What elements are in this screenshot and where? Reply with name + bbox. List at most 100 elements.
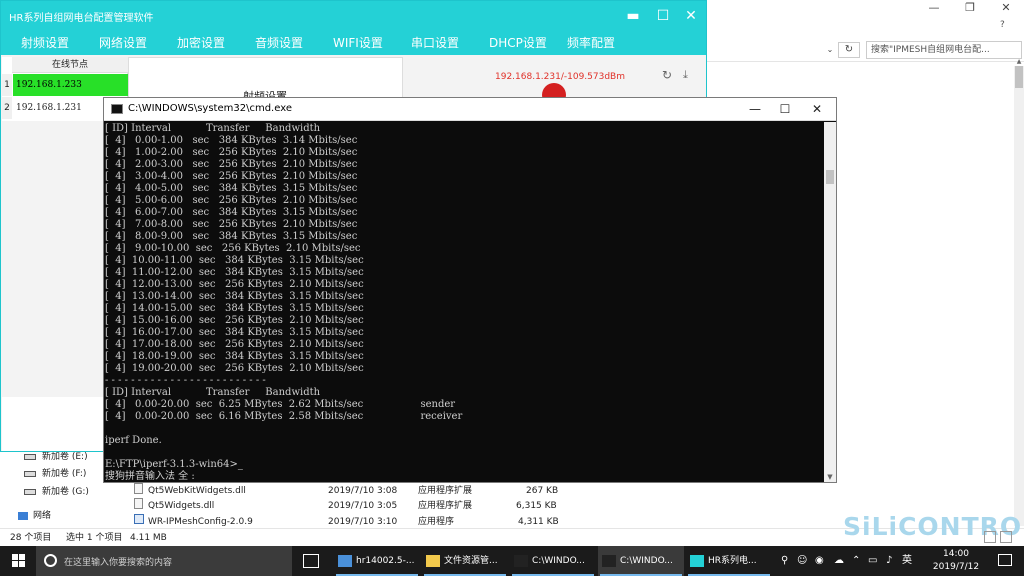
nav-item-drive-g[interactable]: 新加卷 (G:) xyxy=(24,484,89,500)
console-line: [ 4] 7.00-8.00 sec 256 KBytes 2.10 Mbits… xyxy=(105,219,358,230)
file-date: 2019/7/10 3:05 xyxy=(328,501,398,511)
restore-icon[interactable]: ❐ xyxy=(953,0,987,18)
volume-icon[interactable]: ♪ xyxy=(886,554,892,568)
scroll-up-icon[interactable]: ▲ xyxy=(1014,58,1024,66)
details-view-icon[interactable] xyxy=(984,531,996,543)
console-line: [ 4] 18.00-19.00 sec 384 KBytes 3.15 Mbi… xyxy=(105,351,364,362)
item-count: 28 个项目 xyxy=(10,533,52,543)
task-view-icon[interactable] xyxy=(303,554,319,568)
folder-icon xyxy=(426,554,440,567)
tab-audio-settings[interactable]: 音频设置 xyxy=(255,34,303,52)
clock[interactable]: 14:00 2019/7/12 xyxy=(929,548,983,574)
minimize-icon[interactable]: — xyxy=(740,100,770,118)
signal-strength-label: 192.168.1.231/-109.573dBm xyxy=(495,72,625,82)
chevron-down-icon[interactable]: ⌄ xyxy=(823,44,837,56)
close-icon[interactable]: ✕ xyxy=(989,0,1023,18)
clock-date: 2019/7/12 xyxy=(932,562,980,572)
tab-network-settings[interactable]: 网络设置 xyxy=(99,34,147,52)
drive-icon xyxy=(24,488,36,495)
file-name: Qt5Widgets.dll xyxy=(148,501,215,511)
network-icon xyxy=(18,511,28,520)
window-title: C:\WINDOWS\system32\cmd.exe xyxy=(128,103,292,114)
nav-item-network[interactable]: 网络 xyxy=(18,508,51,524)
app-icon xyxy=(690,554,704,567)
file-row[interactable]: Qt5WebKitWidgets.dll 2019/7/10 3:08 应用程序… xyxy=(130,483,560,499)
taskbar-app-button[interactable]: 文件资源管... xyxy=(422,546,508,576)
cloud-icon[interactable]: ☁ xyxy=(834,554,844,568)
console-prompt: E:\FTP\iperf-3.1.3-win64>_ xyxy=(105,459,243,470)
console-line: [ 4] 8.00-9.00 sec 384 KBytes 3.15 Mbits… xyxy=(105,231,358,242)
input-method-icon[interactable]: 英 xyxy=(902,554,912,568)
refresh-icon[interactable]: ↻ xyxy=(662,68,672,82)
console-line: [ 4] 9.00-10.00 sec 256 KBytes 2.10 Mbit… xyxy=(105,243,361,254)
console-line: [ 4] 14.00-15.00 sec 384 KBytes 3.15 Mbi… xyxy=(105,303,364,314)
close-icon[interactable]: ✕ xyxy=(683,8,699,24)
show-hidden-icons-icon[interactable]: ⌃ xyxy=(852,554,860,568)
network-icon[interactable]: ▭ xyxy=(868,554,877,568)
console-line: [ 4] 2.00-3.00 sec 256 KBytes 2.10 Mbits… xyxy=(105,159,358,170)
refresh-icon[interactable]: ↻ xyxy=(838,42,860,58)
game-icon[interactable]: ◉ xyxy=(815,554,824,568)
view-toggle xyxy=(982,530,1016,544)
console-line: [ 4] 19.00-20.00 sec 256 KBytes 2.10 Mbi… xyxy=(105,363,364,374)
taskbar-app-button[interactable]: HR系列电... xyxy=(686,546,772,576)
maximize-icon[interactable]: ☐ xyxy=(655,8,671,24)
drive-icon xyxy=(24,453,36,460)
tab-wifi-settings[interactable]: WIFI设置 xyxy=(333,34,383,52)
large-icons-view-icon[interactable] xyxy=(1000,531,1012,543)
scrollbar-thumb[interactable] xyxy=(1015,66,1023,88)
download-icon[interactable]: ⤓ xyxy=(683,68,688,82)
notification-icon[interactable] xyxy=(998,554,1012,566)
nav-item-drive-f[interactable]: 新加卷 (F:) xyxy=(24,466,86,482)
tab-encryption-settings[interactable]: 加密设置 xyxy=(177,34,225,52)
help-icon[interactable]: ? xyxy=(1000,20,1005,30)
selection-size: 4.11 MB xyxy=(130,533,167,543)
taskbar-app-label: HR系列电... xyxy=(708,556,757,566)
console-summary-line: [ 4] 0.00-20.00 sec 6.16 MBytes 2.58 Mbi… xyxy=(105,411,463,422)
maximize-icon[interactable]: ☐ xyxy=(770,100,800,118)
hr-menubar: 射频设置 网络设置 加密设置 音频设置 WIFI设置 串口设置 DHCP设置 频… xyxy=(1,31,706,55)
people-icon[interactable]: ☺ xyxy=(797,554,807,568)
scroll-down-icon[interactable]: ▼ xyxy=(824,472,836,482)
console-done-line: iperf Done. xyxy=(105,435,162,446)
console-line: [ 4] 13.00-14.00 sec 384 KBytes 3.15 Mbi… xyxy=(105,291,364,302)
console-line: [ 4] 12.00-13.00 sec 256 KBytes 2.10 Mbi… xyxy=(105,279,364,290)
vertical-scrollbar[interactable] xyxy=(1014,66,1024,526)
tab-frequency-config[interactable]: 频率配置 xyxy=(567,34,615,52)
file-name: Qt5WebKitWidgets.dll xyxy=(148,486,246,496)
taskbar-search-input[interactable]: 在这里输入你要搜索的内容 xyxy=(36,546,292,576)
minimize-icon[interactable]: — xyxy=(917,0,951,18)
clock-time: 14:00 xyxy=(943,549,969,559)
console-line: [ 4] 16.00-17.00 sec 384 KBytes 3.15 Mbi… xyxy=(105,327,364,338)
console-header-line: [ ID] Interval Transfer Bandwidth xyxy=(105,123,321,134)
close-icon[interactable]: ✕ xyxy=(802,100,832,118)
file-row[interactable]: Qt5Widgets.dll 2019/7/10 3:05 应用程序扩展 6,3… xyxy=(130,498,560,514)
minimize-icon[interactable]: ▬ xyxy=(625,8,641,24)
nav-item-label: 新加卷 (E:) xyxy=(42,452,88,462)
taskbar-app-button[interactable]: C:\WINDO... xyxy=(510,546,596,576)
taskbar-app-button[interactable]: C:\WINDO... xyxy=(598,546,684,576)
search-input[interactable]: 搜索"IPMESH自组网电台配... xyxy=(866,41,1022,59)
taskbar-app-label: C:\WINDO... xyxy=(620,556,673,566)
taskbar-app-button[interactable]: hr14002.5-... xyxy=(334,546,420,576)
console-line: [ 4] 17.00-18.00 sec 256 KBytes 2.10 Mbi… xyxy=(105,339,364,350)
start-button[interactable] xyxy=(0,546,36,576)
file-size: 6,315 KB xyxy=(516,501,557,511)
scrollbar-thumb[interactable] xyxy=(826,170,834,184)
node-row-selected[interactable]: 192.168.1.233 xyxy=(13,74,128,96)
nav-item-label: 网络 xyxy=(33,511,52,521)
console-line: [ 4] 11.00-12.00 sec 384 KBytes 3.15 Mbi… xyxy=(105,267,364,278)
tab-dhcp-settings[interactable]: DHCP设置 xyxy=(489,34,547,52)
ime-status: 搜狗拼音输入法 全 : xyxy=(105,471,195,481)
cursor: _ xyxy=(237,459,243,470)
taskbar-app-label: 文件资源管... xyxy=(444,556,498,566)
console-output[interactable]: [ ID] Interval Transfer Bandwidth [ 4] 0.… xyxy=(105,123,823,481)
console-line: [ 4] 4.00-5.00 sec 384 KBytes 3.15 Mbits… xyxy=(105,183,358,194)
file-size: 267 KB xyxy=(526,486,559,496)
tab-rf-settings[interactable]: 射频设置 xyxy=(21,34,69,52)
tab-serial-settings[interactable]: 串口设置 xyxy=(411,34,459,52)
search-tray-icon[interactable]: ⚲ xyxy=(781,554,788,568)
console-line: [ 4] 1.00-2.00 sec 256 KBytes 2.10 Mbits… xyxy=(105,147,358,158)
selection-count: 选中 1 个项目 xyxy=(66,533,123,543)
